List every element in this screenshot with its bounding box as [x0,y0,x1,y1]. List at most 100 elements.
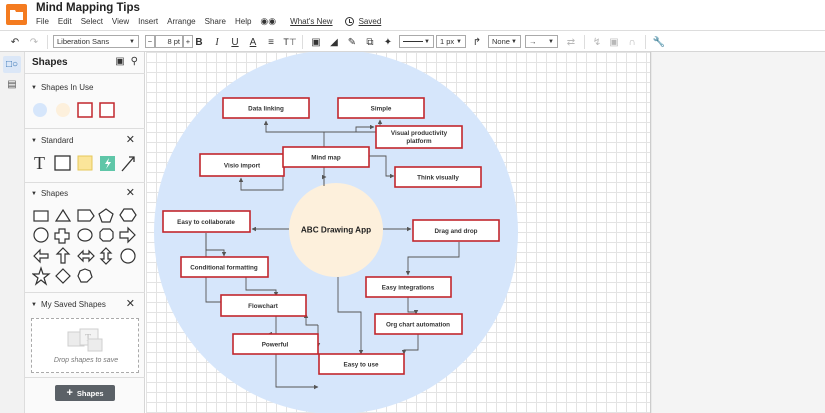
close-icon[interactable]: ✕ [126,133,135,146]
saved-status-link[interactable]: Saved [359,17,382,26]
menu-help[interactable]: Help [235,17,251,26]
arrow-end-icon: → [529,37,537,46]
hexagon-icon[interactable] [119,208,137,222]
group-icon[interactable]: ∩ [625,34,639,50]
star-icon[interactable] [32,266,51,286]
canvas-area[interactable]: ABC Drawing App Data linking Simple Visu… [146,52,825,413]
in-use-circle-cream[interactable] [56,103,70,117]
panel-head-icons: ▣ ⚲ [115,56,138,67]
layers-icon[interactable]: ▤ [3,76,21,93]
close-icon[interactable]: ✕ [126,186,135,199]
section-standard[interactable]: ▼ Standard [31,136,73,145]
italic-icon[interactable]: I [211,34,223,50]
node-label-visual-productivity-2: platform [406,138,432,145]
chevron-down-icon: ▼ [511,38,517,45]
left-right-arrow-icon[interactable] [77,249,95,263]
in-use-rect-red[interactable] [77,102,93,118]
line-start-select[interactable]: None ▼ [488,35,521,48]
in-use-circle-blue[interactable] [33,103,47,117]
line-start-value: None [492,37,510,46]
lightning-icon[interactable]: ↯ [590,34,604,50]
line-color-icon[interactable]: ✎ [345,34,359,50]
sticky-note-icon[interactable] [77,155,93,171]
shape-effects-icon[interactable]: ⧉ [363,34,377,50]
left-arrow-icon[interactable] [33,248,49,264]
magic-wand-icon[interactable]: ✦ [381,34,395,50]
heptagon-icon[interactable] [77,268,93,283]
redo-icon[interactable]: ↷ [27,34,41,50]
line-shape-icon[interactable] [121,156,135,172]
node-label-easy-integrations: Easy integrations [382,285,435,292]
fill-color-icon[interactable]: ◢ [327,34,341,50]
menu-edit[interactable]: Edit [58,17,72,26]
up-down-arrow-icon[interactable] [99,247,113,265]
rectangle-icon[interactable] [33,210,49,222]
app-logo-icon[interactable] [6,4,27,25]
basic-shapes-grid [32,208,137,286]
menu-insert[interactable]: Insert [138,17,158,26]
font-size-increase-button[interactable]: + [183,35,193,48]
bold-icon[interactable]: B [193,34,205,50]
line-width-select[interactable]: 1 px ▼ [436,35,466,48]
undo-icon[interactable]: ↶ [8,34,22,50]
chevron-down-icon: ▼ [129,38,135,45]
menu-file[interactable]: File [36,17,49,26]
font-size-decrease-button[interactable]: − [145,35,155,48]
right-arrow-icon[interactable] [119,226,136,244]
line-style-select[interactable]: ▼ [399,35,434,48]
section-shapes-in-use[interactable]: ▼ Shapes In Use [31,83,93,92]
section-shapes[interactable]: ▼ Shapes [31,189,68,198]
search-icon[interactable]: ⚲ [131,56,138,67]
font-family-select[interactable]: Liberation Sans ▼ [53,35,139,48]
image-icon[interactable]: ▣ [115,56,124,67]
mind-map-diagram: ABC Drawing App Data linking Simple Visu… [154,52,518,413]
underline-icon[interactable]: U [229,34,241,50]
wrench-icon[interactable]: 🔧 [652,34,666,50]
up-arrow-icon[interactable] [55,247,71,264]
close-icon[interactable]: ✕ [126,297,135,310]
section-label: Shapes In Use [40,83,94,92]
connector-style-icon[interactable]: ↱ [470,34,484,50]
font-size-input[interactable]: 8 pt [155,35,183,48]
diamond-icon[interactable] [55,268,71,284]
swap-arrows-icon[interactable]: ⇄ [564,34,578,50]
node-label-visual-productivity-1: Visual productivity [391,130,448,137]
circle-icon[interactable] [33,227,49,243]
section-label: Shapes [40,189,69,198]
menu-arrange[interactable]: Arrange [167,17,195,26]
section-label: My Saved Shapes [40,300,106,309]
saved-shapes-dropzone[interactable]: T Drop shapes to save [31,318,139,373]
align-text-icon[interactable]: ≡ [265,34,277,50]
cloud-icon[interactable] [77,228,93,242]
in-use-rect-red-2[interactable] [99,102,115,118]
node-label-flowchart: Flowchart [248,303,279,310]
whats-new-link[interactable]: What's New [290,17,332,26]
pentagon-icon[interactable] [98,208,114,223]
collapse-triangle-icon: ▼ [31,190,37,197]
text-shape-icon[interactable]: T [34,153,45,173]
cross-icon[interactable] [54,228,70,244]
in-use-shapes [33,102,115,118]
pentagon-arrow-icon[interactable] [77,209,95,222]
rectangle-shape-icon[interactable] [54,155,71,171]
document-title[interactable]: Mind Mapping Tips [36,2,140,14]
line-end-select[interactable]: → ▼ [525,35,558,48]
menu-share[interactable]: Share [205,17,226,26]
node-label-easy-to-use: Easy to use [344,362,379,369]
text-color-icon[interactable]: A [247,34,259,50]
shapes-panel: Shapes ▣ ⚲ ▼ Shapes In Use ▼ Standard ✕ … [25,52,145,413]
triangle-icon[interactable] [54,208,72,222]
binoculars-icon[interactable]: ◉◉ [260,16,276,27]
circle-outline-icon[interactable] [120,248,136,264]
section-my-saved-shapes[interactable]: ▼ My Saved Shapes [31,300,106,309]
menu-select[interactable]: Select [81,17,103,26]
shapes-panel-icon[interactable]: □○ [3,56,21,73]
text-options-icon[interactable]: T⊤ [283,34,297,50]
octagon-icon[interactable] [99,228,114,242]
menu-view[interactable]: View [112,17,129,26]
shape-style-icon[interactable]: ▣ [309,34,323,50]
lock-icon[interactable]: ▣ [607,34,621,50]
add-shapes-button[interactable]: + Shapes [55,385,115,401]
node-label-data-linking: Data linking [248,106,284,113]
collapse-triangle-icon: ▼ [31,137,37,144]
